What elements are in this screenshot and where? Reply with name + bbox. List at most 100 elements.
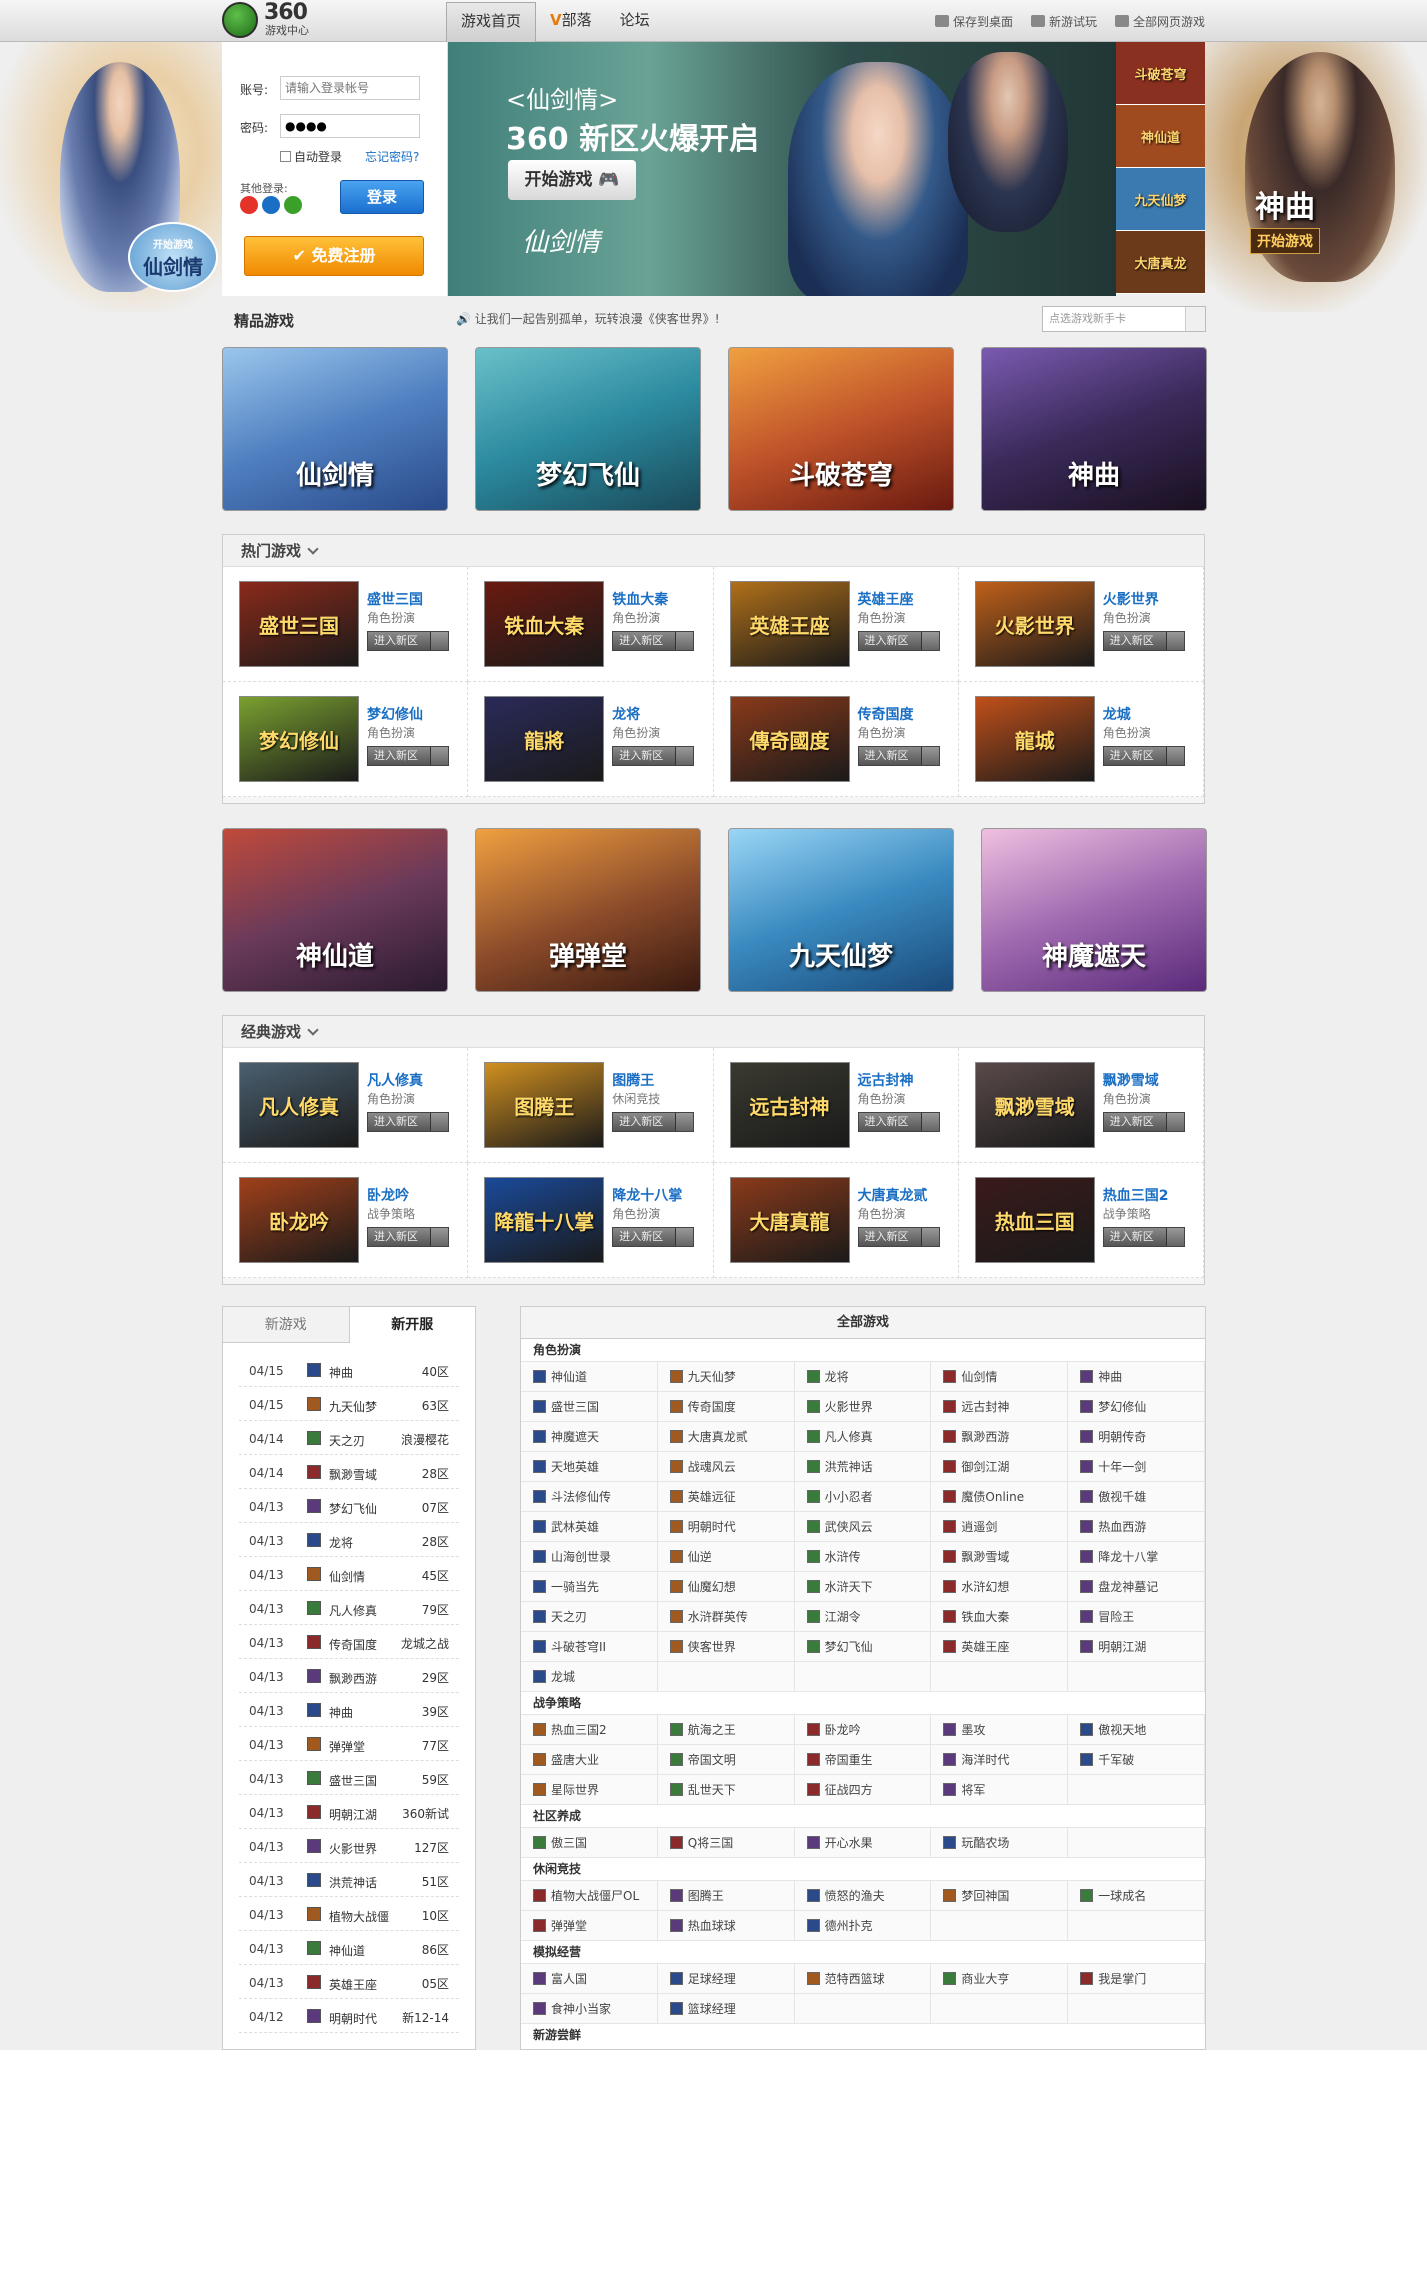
all-game-link[interactable]: 英雄远征 — [657, 1482, 795, 1512]
all-game-link[interactable]: 水浒幻想 — [931, 1572, 1069, 1602]
game-name-link[interactable]: 降龙十八掌 — [612, 1185, 682, 1205]
all-game-link[interactable]: 热血西游 — [1068, 1512, 1205, 1542]
all-game-link[interactable]: 傲三国 — [521, 1828, 658, 1858]
all-game-link[interactable]: 明朝传奇 — [1068, 1422, 1205, 1452]
all-web-games-link[interactable]: 全部网页游戏 — [1114, 13, 1205, 30]
enter-server-dropdown[interactable]: 进入新区 — [1102, 1112, 1185, 1132]
enter-server-dropdown[interactable]: 进入新区 — [857, 631, 940, 651]
all-game-link[interactable]: 斗破苍穹II — [521, 1632, 658, 1662]
promo-card[interactable]: 弹弹堂 — [475, 828, 701, 992]
register-button[interactable]: ✔ 免费注册 — [244, 236, 424, 276]
save-desktop-link[interactable]: 保存到桌面 — [934, 13, 1013, 30]
all-game-link[interactable]: 十年一剑 — [1068, 1452, 1205, 1482]
game-name-link[interactable]: 铁血大秦 — [612, 589, 668, 609]
enter-server-dropdown[interactable]: 进入新区 — [612, 1112, 695, 1132]
all-game-link[interactable]: 神曲 — [1068, 1362, 1205, 1392]
all-game-link[interactable]: 传奇国度 — [657, 1392, 795, 1422]
server-row[interactable]: 04/14 飘渺雪域 28区 — [239, 1455, 459, 1489]
all-game-link[interactable]: 海洋时代 — [931, 1745, 1069, 1775]
game-name-link[interactable]: 传奇国度 — [858, 704, 914, 724]
all-game-link[interactable]: 愤怒的渔夫 — [794, 1881, 932, 1911]
enter-server-dropdown[interactable]: 进入新区 — [612, 1227, 695, 1247]
server-row[interactable]: 04/13 植物大战僵 10区 — [239, 1897, 459, 1931]
renren-icon[interactable] — [262, 196, 280, 214]
all-game-link[interactable]: 梦回神国 — [931, 1881, 1069, 1911]
newbie-card-select[interactable]: 点选游戏新手卡 — [1042, 306, 1206, 332]
right-start-button[interactable]: 开始游戏 — [1250, 228, 1320, 254]
game-thumbnail[interactable]: 盛世三国 — [239, 581, 359, 667]
all-game-link[interactable]: 降龙十八掌 — [1068, 1542, 1205, 1572]
all-game-link[interactable]: 盘龙神墓记 — [1068, 1572, 1205, 1602]
game-thumbnail[interactable]: 凡人修真 — [239, 1062, 359, 1148]
enter-server-dropdown[interactable]: 进入新区 — [857, 746, 940, 766]
all-game-link[interactable]: 小小忍者 — [794, 1482, 932, 1512]
game-thumbnail[interactable]: 卧龙吟 — [239, 1177, 359, 1263]
featured-card[interactable]: 神曲 — [981, 347, 1207, 511]
game-name-link[interactable]: 大唐真龙贰 — [858, 1185, 928, 1205]
game-name-link[interactable]: 英雄王座 — [858, 589, 914, 609]
all-game-link[interactable]: 大唐真龙贰 — [657, 1422, 795, 1452]
logo[interactable]: 360 游戏中心 — [222, 0, 342, 40]
all-game-link[interactable]: 玩酷农场 — [931, 1828, 1069, 1858]
all-game-link[interactable]: 山海创世录 — [521, 1542, 658, 1572]
server-row[interactable]: 04/13 凡人修真 79区 — [239, 1591, 459, 1625]
all-game-link[interactable]: 侠客世界 — [657, 1632, 795, 1662]
server-row[interactable]: 04/13 传奇国度 龙城之战 — [239, 1625, 459, 1659]
game-name-link[interactable]: 卧龙吟 — [367, 1185, 409, 1205]
game-name-link[interactable]: 飘渺雪域 — [1103, 1070, 1159, 1090]
game-thumbnail[interactable]: 梦幻修仙 — [239, 696, 359, 782]
server-row[interactable]: 04/13 龙将 28区 — [239, 1523, 459, 1557]
all-game-link[interactable]: 火影世界 — [794, 1392, 932, 1422]
left-side-ad[interactable]: 开始游戏 仙剑情 — [0, 42, 222, 312]
classic-games-header[interactable]: 经典游戏 — [223, 1016, 1204, 1048]
game-thumbnail[interactable]: 龍將 — [484, 696, 605, 782]
all-game-link[interactable]: 明朝江湖 — [1068, 1632, 1205, 1662]
server-row[interactable]: 04/12 明朝时代 新12-14 — [239, 1999, 459, 2033]
all-game-link[interactable]: 神仙道 — [521, 1362, 658, 1392]
server-row[interactable]: 04/13 神仙道 86区 — [239, 1931, 459, 1965]
enter-server-dropdown[interactable]: 进入新区 — [367, 746, 449, 766]
all-game-link[interactable]: 傲视千雄 — [1068, 1482, 1205, 1512]
all-game-link[interactable]: 植物大战僵尸OL — [521, 1881, 658, 1911]
game-thumbnail[interactable]: 远古封神 — [729, 1062, 850, 1148]
tab-new-games[interactable]: 新游戏 — [223, 1307, 349, 1342]
enter-server-dropdown[interactable]: 进入新区 — [1102, 631, 1185, 651]
all-game-link[interactable]: 仙魔幻想 — [657, 1572, 795, 1602]
all-game-link[interactable]: 德州扑克 — [794, 1911, 932, 1941]
all-game-link[interactable]: 帝国重生 — [794, 1745, 932, 1775]
all-game-link[interactable]: 开心水果 — [794, 1828, 932, 1858]
all-game-link[interactable]: 仙逆 — [657, 1542, 795, 1572]
enter-server-dropdown[interactable]: 进入新区 — [857, 1112, 940, 1132]
all-game-link[interactable]: 弹弹堂 — [521, 1911, 658, 1941]
game-thumbnail[interactable]: 英雄王座 — [729, 581, 850, 667]
all-game-link[interactable]: 征战四方 — [794, 1775, 932, 1805]
server-row[interactable]: 04/13 飘渺西游 29区 — [239, 1659, 459, 1693]
enter-server-dropdown[interactable]: 进入新区 — [1102, 746, 1185, 766]
weibo-icon[interactable] — [240, 196, 258, 214]
all-game-link[interactable]: 龙将 — [794, 1362, 932, 1392]
all-game-link[interactable]: 明朝时代 — [657, 1512, 795, 1542]
enter-server-dropdown[interactable]: 进入新区 — [367, 1112, 449, 1132]
all-game-link[interactable]: 神魔遮天 — [521, 1422, 658, 1452]
login-button[interactable]: 登录 — [340, 180, 424, 214]
game-thumbnail[interactable]: 热血三国 — [974, 1177, 1095, 1263]
all-game-link[interactable]: 一骑当先 — [521, 1572, 658, 1602]
all-game-link[interactable]: 武林英雄 — [521, 1512, 658, 1542]
enter-server-dropdown[interactable]: 进入新区 — [1102, 1227, 1185, 1247]
all-game-link[interactable]: 战魂风云 — [657, 1452, 795, 1482]
server-row[interactable]: 04/13 英雄王座 05区 — [239, 1965, 459, 1999]
server-row[interactable]: 04/13 火影世界 127区 — [239, 1829, 459, 1863]
server-row[interactable]: 04/13 神曲 39区 — [239, 1693, 459, 1727]
game-thumbnail[interactable]: 飘渺雪域 — [974, 1062, 1095, 1148]
game-name-link[interactable]: 热血三国2 — [1103, 1185, 1169, 1205]
all-game-link[interactable]: 我是掌门 — [1068, 1964, 1205, 1994]
all-game-link[interactable]: 盛世三国 — [521, 1392, 658, 1422]
nav-forum[interactable]: 论坛 — [606, 0, 664, 42]
all-game-link[interactable]: 帝国文明 — [657, 1745, 795, 1775]
promo-card[interactable]: 九天仙梦 — [728, 828, 954, 992]
all-game-link[interactable]: 梦幻修仙 — [1068, 1392, 1205, 1422]
all-game-link[interactable]: 热血球球 — [657, 1911, 795, 1941]
new-game-trial-link[interactable]: 新游试玩 — [1030, 13, 1097, 30]
all-game-link[interactable]: 水浒传 — [794, 1542, 932, 1572]
all-game-link[interactable]: 千军破 — [1068, 1745, 1205, 1775]
